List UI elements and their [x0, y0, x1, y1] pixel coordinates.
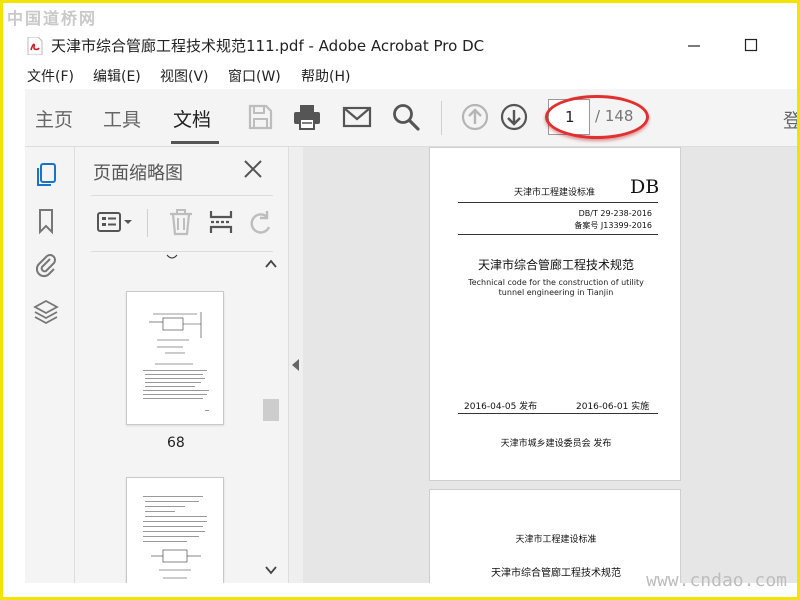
tool-separator — [147, 209, 148, 237]
watermark-top-left: 中国道桥网 — [7, 9, 98, 28]
menu-view[interactable]: 视图(V) — [160, 66, 209, 86]
title-bar: 天津市综合管廊工程技术规范111.pdf - Adobe Acrobat Pro… — [3, 31, 797, 61]
layers-icon[interactable] — [33, 297, 59, 325]
thumbnail-list[interactable]: 68 — [75, 253, 289, 583]
document-title-en-1: Technical code for the construction of u… — [468, 278, 644, 287]
collapse-panel-icon[interactable] — [292, 359, 299, 371]
maximize-icon[interactable] — [744, 38, 758, 52]
tab-home[interactable]: 主页 — [35, 105, 73, 132]
footer-rule — [458, 413, 658, 414]
sign-in-truncated[interactable]: 登 — [783, 106, 797, 133]
rotate-icon[interactable] — [247, 207, 275, 237]
email-icon[interactable] — [341, 101, 373, 133]
document-view[interactable]: 天津市工程建设标准 DB DB/T 29-238-2016 备案号 J13399… — [303, 147, 797, 583]
delete-icon[interactable] — [167, 207, 195, 237]
previous-page-number-cut — [166, 254, 178, 259]
thumbnail-page[interactable] — [126, 291, 224, 425]
record-number: 备案号 J13399-2016 — [574, 221, 652, 230]
thumbnail-content — [143, 496, 207, 579]
bookmark-icon[interactable] — [33, 207, 59, 235]
print-icon[interactable] — [291, 101, 323, 133]
menu-help[interactable]: 帮助(H) — [301, 66, 350, 86]
menu-edit[interactable]: 编辑(E) — [93, 66, 141, 86]
document-page-2: 天津市工程建设标准 天津市综合管廊工程技术规范 — [429, 489, 681, 583]
save-icon[interactable] — [244, 101, 276, 133]
watermark-bottom-right: www.cndao.com — [646, 570, 787, 591]
active-tab-indicator — [171, 141, 219, 144]
extract-icon[interactable] — [207, 207, 235, 237]
thumbnail-scrollbar[interactable] — [261, 253, 281, 583]
thumbnail-page[interactable] — [126, 477, 224, 583]
scroll-down-icon[interactable] — [265, 565, 277, 575]
page-thumbnails-panel: 页面缩略图 68 — [75, 147, 289, 583]
close-icon[interactable] — [241, 157, 265, 181]
document-title-en-2: tunnel engineering in Tianjin — [498, 288, 614, 297]
document-page-1: 天津市工程建设标准 DB DB/T 29-238-2016 备案号 J13399… — [429, 147, 681, 481]
issuer: 天津市城乡建设委员会 发布 — [500, 439, 612, 449]
page-up-icon[interactable] — [459, 101, 491, 133]
app-frame: 中国道桥网 天津市综合管廊工程技术规范111.pdf - Adobe Acrob… — [0, 0, 800, 600]
minimize-icon[interactable] — [687, 39, 701, 53]
header-rule — [458, 202, 658, 203]
thumbnail-label: 68 — [167, 435, 185, 451]
panel-divider — [91, 195, 273, 196]
standard-label: 天津市工程建设标准 — [514, 188, 596, 198]
thumbnail-options-icon[interactable] — [95, 207, 135, 237]
tab-tools[interactable]: 工具 — [103, 105, 141, 132]
attachment-icon[interactable] — [33, 251, 59, 279]
menu-window[interactable]: 窗口(W) — [228, 66, 281, 86]
page-down-icon[interactable] — [498, 101, 530, 133]
page-thumbnails-icon[interactable] — [33, 161, 59, 189]
panel-divider — [91, 251, 273, 252]
standard-code: DB/T 29-238-2016 — [578, 209, 652, 218]
scroll-up-icon[interactable] — [265, 259, 277, 269]
standard-label: 天津市工程建设标准 — [515, 535, 597, 545]
db-mark: DB — [630, 176, 660, 198]
document-title-cn: 天津市综合管廊工程技术规范 — [477, 258, 634, 272]
panel-collapse-strip[interactable] — [289, 147, 303, 583]
panel-title: 页面缩略图 — [93, 163, 183, 184]
implement-date: 2016-06-01 实施 — [576, 402, 650, 412]
main-toolbar: 主页 工具 文档 1 / 148 — [25, 89, 797, 147]
document-title-cn: 天津市综合管廊工程技术规范 — [491, 568, 621, 579]
publish-date: 2016-04-05 发布 — [464, 402, 538, 412]
window-title: 天津市综合管廊工程技术规范111.pdf - Adobe Acrobat Pro… — [51, 37, 485, 55]
menu-bar: 文件(F) 编辑(E) 视图(V) 窗口(W) 帮助(H) — [3, 65, 797, 87]
header-rule — [458, 234, 658, 235]
scroll-thumb[interactable] — [263, 399, 279, 421]
toolbar-separator — [441, 101, 442, 135]
search-icon[interactable] — [390, 101, 422, 133]
pdf-file-icon — [27, 37, 43, 55]
highlight-annotation — [545, 95, 649, 139]
menu-file[interactable]: 文件(F) — [27, 66, 74, 86]
tab-document[interactable]: 文档 — [173, 105, 211, 132]
thumbnail-content — [143, 312, 209, 411]
left-nav-rail — [25, 147, 75, 583]
